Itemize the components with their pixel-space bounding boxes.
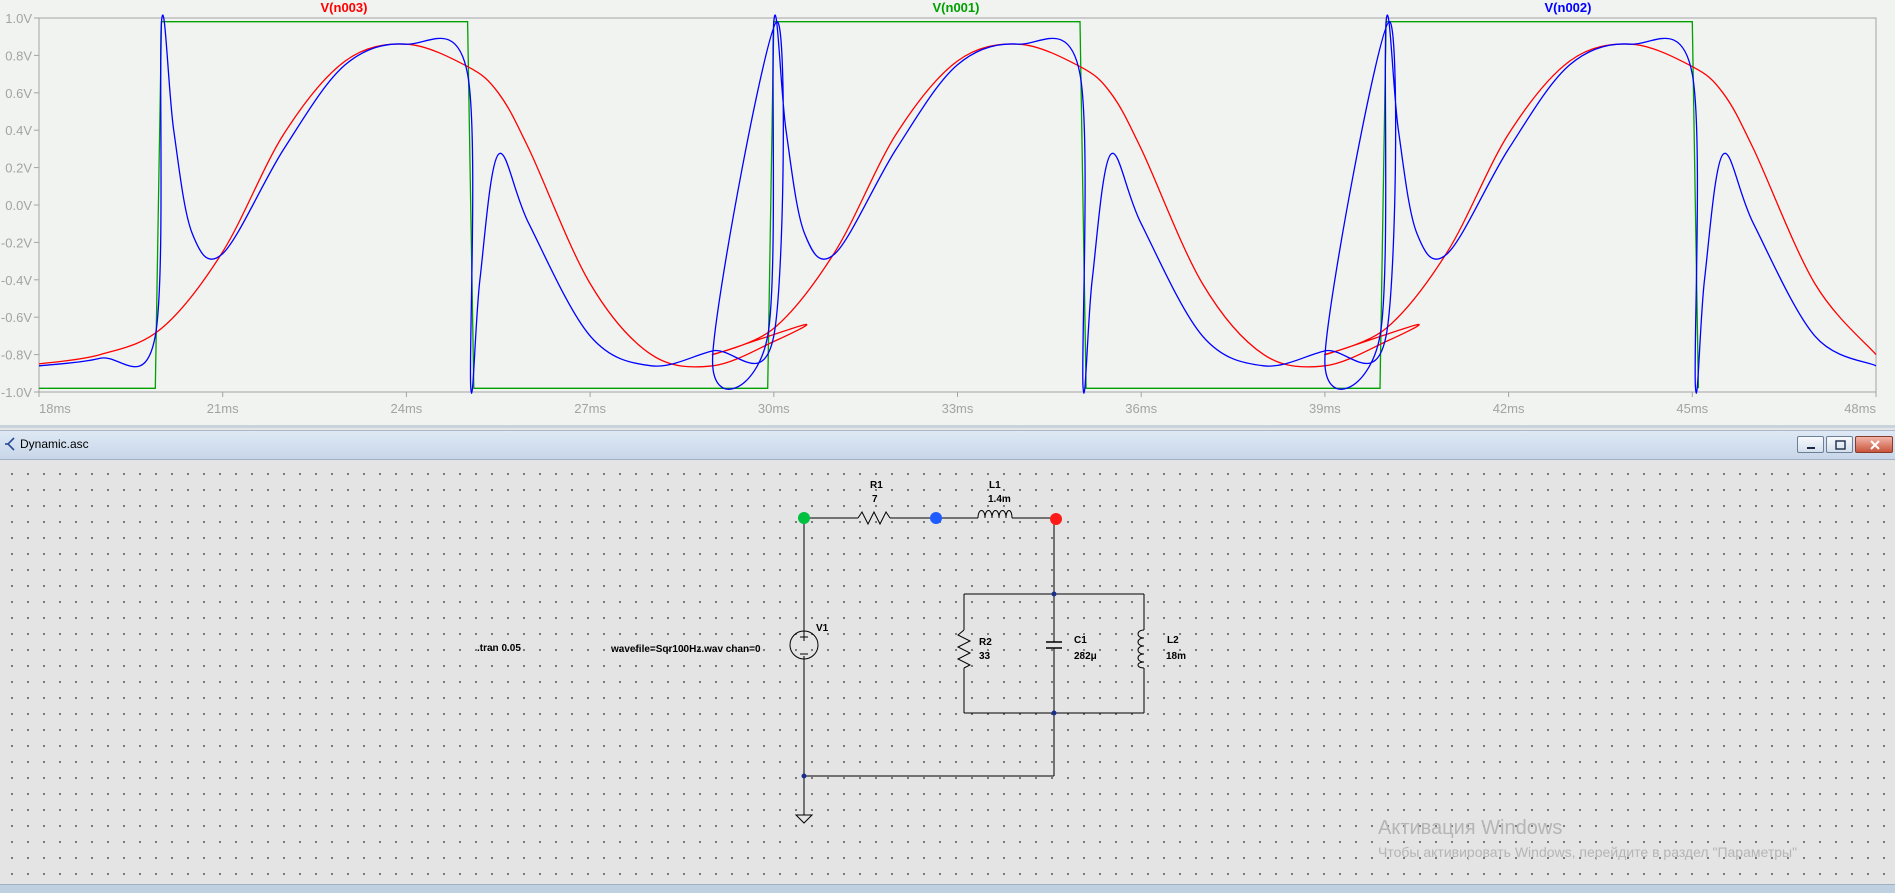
node-n002-marker[interactable]	[930, 512, 942, 524]
x-tick-label: 42ms	[1493, 401, 1525, 416]
trace-label-vn003[interactable]: V(n003)	[321, 0, 368, 15]
window-title: Dynamic.asc	[20, 437, 89, 451]
x-tick-label: 48ms	[1844, 401, 1876, 416]
y-tick-label: 0.6V	[5, 86, 32, 101]
x-tick-label: 36ms	[1125, 401, 1157, 416]
trace-label-vn001[interactable]: V(n001)	[933, 0, 980, 15]
x-tick-label: 30ms	[758, 401, 790, 416]
waveform-chart[interactable]: 1.0V 0.8V 0.6V 0.4V 0.2V 0.0V -0.2V -0.4V -0.6V -…	[0, 0, 1895, 425]
x-tick-label: 27ms	[574, 401, 606, 416]
minimize-icon	[1807, 447, 1815, 449]
close-button[interactable]	[1855, 436, 1893, 453]
node-n001-marker[interactable]	[798, 512, 810, 524]
c1-ref-label: C1	[1074, 635, 1087, 646]
junction-dot	[1051, 710, 1057, 716]
node-n003-marker[interactable]	[1050, 513, 1062, 525]
x-tick-label: 45ms	[1676, 401, 1708, 416]
panel-divider[interactable]	[0, 425, 1895, 428]
inductor-l1[interactable]: L1 1.4m	[977, 480, 1013, 519]
minimize-button[interactable]	[1797, 436, 1824, 453]
ground-symbol[interactable]	[794, 814, 814, 824]
v1-ref-label: V1	[816, 623, 829, 634]
l2-value-label: 18m	[1166, 651, 1186, 662]
y-tick-label: -1.0V	[1, 385, 32, 400]
resistor-r2[interactable]: R2 33	[956, 629, 992, 669]
close-icon	[1870, 440, 1880, 450]
tran-directive[interactable]: .tran 0.05	[477, 643, 521, 654]
l1-ref-label: L1	[989, 480, 1001, 491]
x-tick-label: 33ms	[942, 401, 974, 416]
r2-value-label: 33	[979, 651, 991, 662]
maximize-button[interactable]	[1826, 436, 1853, 453]
r2-ref-label: R2	[979, 637, 992, 648]
plot-frame	[38, 17, 1877, 393]
x-tick-label: 21ms	[207, 401, 239, 416]
junction-dot	[801, 773, 807, 779]
y-tick-label: 1.0V	[5, 11, 32, 26]
schematic-drawing[interactable]: R1 7 L1 1.4m V1 R2 33 C1 282μ L2 18m .tr…	[0, 460, 1895, 884]
y-tick-label: -0.6V	[1, 310, 32, 325]
waveform-plot-panel[interactable]: 1.0V 0.8V 0.6V 0.4V 0.2V 0.0V -0.2V -0.4V -0.6V -…	[0, 0, 1895, 425]
wavefile-directive[interactable]: wavefile=Sqr100Hz.wav chan=0	[610, 644, 761, 655]
r1-ref-label: R1	[870, 480, 883, 491]
x-tick-label: 18ms	[39, 401, 71, 416]
trace-legend[interactable]: V(n003) V(n001) V(n002)	[321, 0, 1592, 15]
y-tick-label: -0.4V	[1, 273, 32, 288]
y-tick-label: 0.8V	[5, 48, 32, 63]
ltspice-window-icon	[5, 437, 15, 451]
voltage-source-v1[interactable]: V1	[789, 623, 829, 660]
maximize-icon	[1835, 440, 1846, 450]
wires	[803, 517, 1145, 815]
trace-label-vn002[interactable]: V(n002)	[1545, 0, 1592, 15]
inductor-l2[interactable]: L2 18m	[1137, 629, 1186, 669]
schematic-window-titlebar[interactable]: Dynamic.asc	[0, 430, 1895, 460]
x-axis: 18ms 21ms 24ms 27ms 30ms 33ms 36ms 39ms 42ms 45ms…	[38, 392, 1877, 416]
x-tick-label: 39ms	[1309, 401, 1341, 416]
resistor-r1[interactable]: R1 7	[857, 480, 891, 526]
y-tick-label: -0.8V	[1, 348, 32, 363]
x-tick-label: 24ms	[391, 401, 423, 416]
y-tick-label: 0.2V	[5, 161, 32, 176]
c1-value-label: 282μ	[1074, 651, 1097, 662]
schematic-canvas[interactable]: R1 7 L1 1.4m V1 R2 33 C1 282μ L2 18m .tr…	[0, 460, 1895, 884]
l2-ref-label: L2	[1167, 635, 1179, 646]
r1-value-label: 7	[872, 494, 878, 505]
l1-value-label: 1.4m	[988, 494, 1011, 505]
y-tick-label: 0.0V	[5, 198, 32, 213]
y-tick-label: 0.4V	[5, 123, 32, 138]
y-tick-label: -0.2V	[1, 235, 32, 250]
junction-dot	[1051, 591, 1057, 597]
y-axis: 1.0V 0.8V 0.6V 0.4V 0.2V 0.0V -0.2V -0.4V -0.6V -…	[1, 11, 39, 400]
